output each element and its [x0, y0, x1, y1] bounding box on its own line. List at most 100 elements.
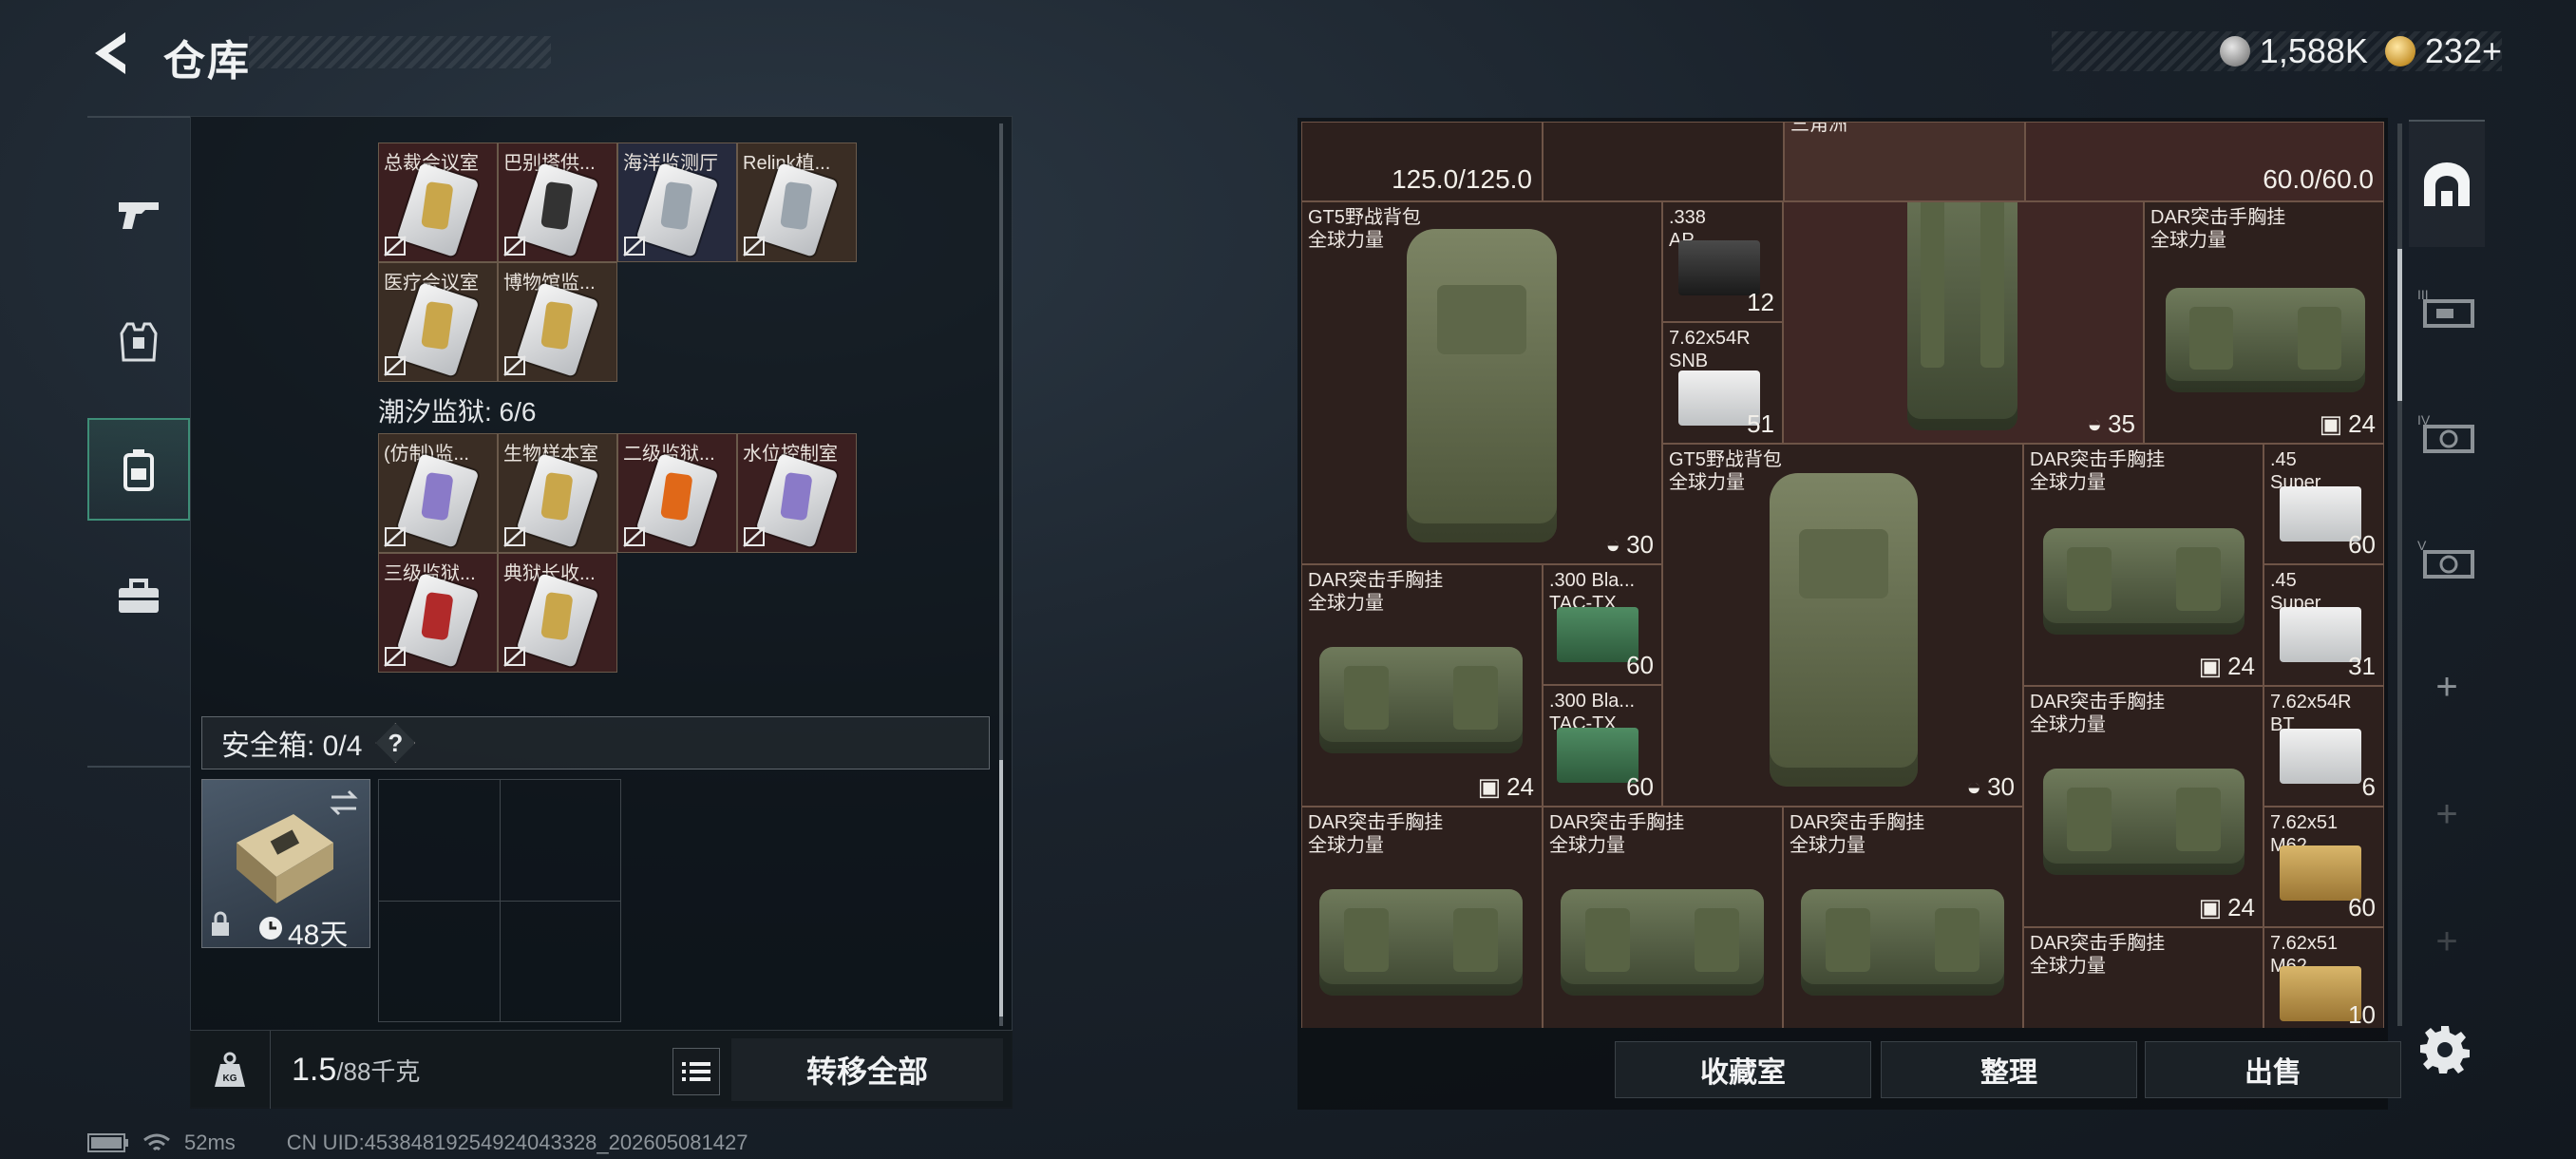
stash-tab-3[interactable]: III	[2409, 247, 2485, 372]
stash-item[interactable]: .45 Super 60	[2263, 444, 2384, 564]
stash-item[interactable]: 7.62x54R BT 6	[2263, 686, 2384, 807]
stash-item[interactable]: DAR突击手胸挂 全球力量	[1783, 807, 2023, 1028]
key-card[interactable]: 生物样本室	[498, 433, 617, 553]
vest-icon: ▣	[2198, 652, 2223, 680]
silver-coin-icon	[2219, 36, 2250, 66]
svg-text:IV: IV	[2417, 413, 2431, 428]
armor-tab[interactable]	[87, 291, 190, 393]
item-sub: 全球力量	[1669, 472, 1745, 493]
stash-item[interactable]: DAR突击手胸挂 全球力量	[2023, 927, 2263, 1028]
item-name: DAR突击手胸挂	[2030, 692, 2166, 712]
item-name: DAR突击手胸挂	[2030, 933, 2166, 954]
currency-silver[interactable]: 1,588K	[2219, 31, 2368, 71]
stash-item[interactable]: 7.62x54R SNB 51	[1662, 322, 1783, 444]
sort-button[interactable]: 整理	[1881, 1041, 2137, 1098]
stash-item[interactable]: .338 AP 12	[1662, 201, 1783, 322]
keycard-icon	[396, 282, 480, 377]
add-stash-tab-button-locked[interactable]: +	[2409, 750, 2485, 878]
stash-item-partial[interactable]	[1543, 122, 1784, 201]
key-card[interactable]: 总裁会议室	[378, 142, 498, 262]
backpack-tab[interactable]	[87, 418, 190, 521]
no-carry-icon	[503, 355, 526, 376]
keycard-icon	[635, 453, 719, 548]
item-count: 51	[1747, 409, 1774, 438]
key-card[interactable]: 博物馆监...	[498, 262, 617, 382]
currency-gold-value: 232+	[2424, 31, 2502, 70]
stash-grid: 125.0/125.0 三角洲 60.0/60.0 GT5野战背包 全球力量 ◒…	[1301, 122, 2384, 1028]
key-section-2: (仿制)监...生物样本室二级监狱...水位控制室三级监狱...典狱长收...	[378, 433, 857, 673]
stash-item[interactable]: GT5野战背包 全球力量 ◒ 30	[1301, 201, 1662, 564]
stash-item[interactable]: ◒ 35	[1783, 201, 2144, 444]
stash-item[interactable]: DAR突击手胸挂 全球力量 ▣ 24	[2144, 201, 2384, 444]
stash-item[interactable]: .300 Bla... TAC-TX 60	[1543, 685, 1662, 807]
weight-icon: KG	[190, 1031, 271, 1109]
no-carry-icon	[623, 236, 646, 256]
key-card[interactable]: 医疗会议室	[378, 262, 498, 382]
stash-item-partial[interactable]: 125.0/125.0	[1301, 122, 1543, 201]
key-card[interactable]: 典狱长收...	[498, 553, 617, 673]
key-card[interactable]: 三级监狱...	[378, 553, 498, 673]
stash-item[interactable]: DAR突击手胸挂 全球力量	[1301, 807, 1543, 1028]
stash-item[interactable]: .45 Super 31	[2263, 564, 2384, 686]
keycard-icon	[396, 573, 480, 668]
stash-home-tab[interactable]	[2409, 120, 2485, 247]
stash-item[interactable]: DAR突击手胸挂 全球力量 ▣ 24	[2023, 444, 2263, 686]
item-name: .300 Bla...	[1549, 570, 1636, 591]
vest-icon: ▣	[2198, 893, 2223, 922]
item-name: .45	[2270, 570, 2297, 591]
stash-tab-4[interactable]: IV	[2409, 372, 2485, 498]
stash-item[interactable]: DAR突击手胸挂 全球力量	[1543, 807, 1783, 1028]
inventory-scroll-thumb[interactable]	[999, 760, 1003, 1016]
item-count: ▣ 24	[1477, 772, 1535, 801]
settings-gear-icon[interactable]	[2420, 1024, 2470, 1074]
key-card[interactable]: (仿制)监...	[378, 433, 498, 553]
item-name: GT5野战背包	[1308, 207, 1421, 228]
item-name: 7.62x51	[2270, 812, 2339, 833]
toolbox-tab[interactable]	[87, 545, 190, 648]
item-count: ▣ 24	[2319, 409, 2377, 438]
key-section-1: 总裁会议室 巴别塔供... 海洋监测厅 Relink植... 医疗会议室 博物馆监...	[378, 142, 857, 382]
safebox-empty-slots[interactable]	[378, 779, 621, 1022]
vest-icon: ▣	[1477, 772, 1502, 801]
no-carry-icon	[384, 355, 407, 376]
key-card[interactable]: 水位控制室	[737, 433, 857, 553]
stash-item[interactable]: .300 Bla... TAC-TX 60	[1543, 564, 1662, 685]
stash-item-partial[interactable]: 60.0/60.0	[2025, 122, 2384, 201]
key-card[interactable]: Relink植...	[737, 142, 857, 262]
list-view-button[interactable]	[672, 1048, 720, 1095]
stash-tier-icon: III	[2417, 288, 2474, 328]
back-arrow-icon[interactable]	[87, 28, 133, 78]
transfer-all-button[interactable]: 转移全部	[731, 1038, 1003, 1101]
collection-button[interactable]: 收藏室	[1615, 1041, 1871, 1098]
swap-icon[interactable]	[328, 789, 360, 816]
item-name: .45	[2270, 449, 2297, 470]
stash-item[interactable]: DAR突击手胸挂 全球力量 ▣ 24	[2023, 686, 2263, 927]
title-decoration	[249, 36, 551, 68]
key-card[interactable]: 巴别塔供...	[498, 142, 617, 262]
keycard-icon	[516, 162, 599, 257]
sell-button[interactable]: 出售	[2145, 1041, 2401, 1098]
weight-max: /88千克	[336, 1056, 421, 1086]
item-sub: 全球力量	[1790, 835, 1866, 856]
stash-tab-5[interactable]: V	[2409, 498, 2485, 623]
add-stash-tab-button-locked[interactable]: +	[2409, 878, 2485, 1005]
item-count: 60	[2348, 893, 2376, 922]
add-stash-tab-button[interactable]: +	[2409, 623, 2485, 750]
weapon-tab[interactable]	[87, 163, 190, 266]
currency-gold[interactable]: 232+	[2384, 31, 2502, 71]
stash-item[interactable]: DAR突击手胸挂 全球力量 ▣ 24	[1301, 564, 1543, 807]
item-durability: 125.0/125.0	[1392, 164, 1532, 194]
stash-item[interactable]: 7.62x51 M62 10	[2263, 927, 2384, 1028]
item-sub: 全球力量	[1308, 835, 1384, 856]
stash-item-partial[interactable]: 三角洲	[1784, 122, 2025, 201]
help-icon[interactable]: ?	[375, 723, 416, 763]
stash-item[interactable]: GT5野战背包 全球力量 ◒ 30	[1662, 444, 2023, 807]
stash-scroll-thumb[interactable]	[2397, 249, 2402, 401]
safebox-item[interactable]: 48天	[201, 779, 370, 951]
key-card[interactable]: 二级监狱...	[617, 433, 737, 553]
item-sub: 全球力量	[2030, 714, 2106, 735]
item-sub: 全球力量	[1308, 593, 1384, 614]
key-card[interactable]: 海洋监测厅	[617, 142, 737, 262]
stash-item[interactable]: 7.62x51 M62 60	[2263, 807, 2384, 927]
left-category-rail	[87, 116, 190, 768]
